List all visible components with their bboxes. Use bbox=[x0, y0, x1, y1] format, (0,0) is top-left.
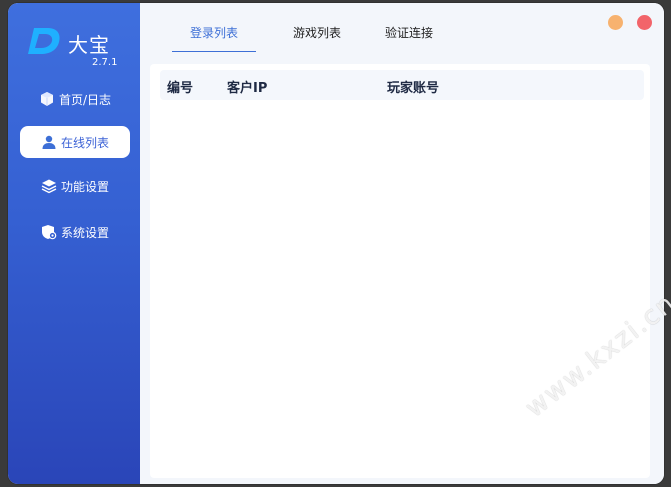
sidebar-item-label: 首页/日志 bbox=[58, 92, 112, 107]
table-header: 编号 客户IP 玩家账号 bbox=[160, 70, 644, 100]
brand: 大宝 2.7.1 bbox=[28, 25, 128, 68]
column-header-id: 编号 bbox=[167, 81, 194, 96]
cube-icon bbox=[40, 92, 53, 106]
sidebar: 大宝 2.7.1 首页/日志 在线列表 功能设置 系统设置 bbox=[8, 3, 140, 484]
sidebar-item-feature-settings[interactable]: 功能设置 bbox=[20, 170, 130, 202]
app-window: 大宝 2.7.1 首页/日志 在线列表 功能设置 系统设置 登录列表 游戏列表 … bbox=[8, 3, 664, 484]
minimize-button[interactable] bbox=[608, 15, 623, 30]
layers-icon bbox=[41, 179, 57, 194]
shield-gear-icon bbox=[41, 225, 57, 240]
sidebar-item-system-settings[interactable]: 系统设置 bbox=[20, 216, 130, 248]
column-header-player-account: 玩家账号 bbox=[387, 81, 440, 96]
tab-verify-connection[interactable]: 验证连接 bbox=[374, 23, 444, 51]
sidebar-item-home-log[interactable]: 首页/日志 bbox=[20, 83, 130, 115]
app-name: 大宝 bbox=[68, 33, 110, 57]
sidebar-item-online-list[interactable]: 在线列表 bbox=[20, 126, 130, 158]
tab-login-list[interactable]: 登录列表 bbox=[172, 23, 256, 52]
logo-icon bbox=[28, 28, 60, 54]
tab-game-list[interactable]: 游戏列表 bbox=[282, 23, 352, 51]
close-button[interactable] bbox=[637, 15, 652, 30]
sidebar-item-label: 系统设置 bbox=[60, 225, 109, 240]
online-list-panel: 编号 客户IP 玩家账号 bbox=[150, 64, 650, 478]
column-header-client-ip: 客户IP bbox=[227, 81, 268, 96]
app-version: 2.7.1 bbox=[92, 57, 118, 68]
user-icon bbox=[42, 135, 56, 149]
sidebar-item-label: 在线列表 bbox=[60, 135, 109, 150]
sidebar-item-label: 功能设置 bbox=[60, 179, 109, 194]
main-area: 登录列表 游戏列表 验证连接 编号 客户IP 玩家账号 bbox=[140, 3, 664, 484]
